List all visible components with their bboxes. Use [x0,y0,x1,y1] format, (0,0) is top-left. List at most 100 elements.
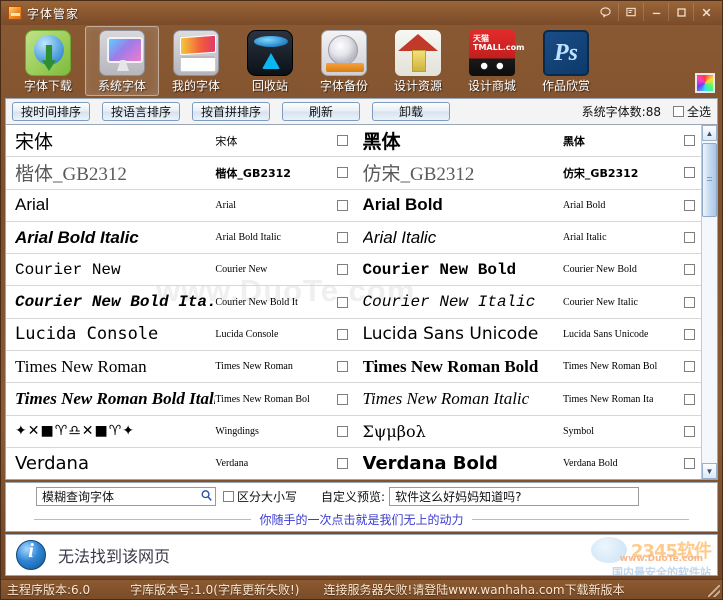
font-checkbox[interactable] [336,361,348,373]
font-checkbox[interactable] [684,361,696,373]
help-balloon-button[interactable] [593,3,618,21]
font-name-cell: Verdana Bold [354,448,563,479]
toolbar-item-font-backup[interactable]: 字体备份 [307,26,381,96]
font-select-cell[interactable] [331,222,354,253]
font-select-cell[interactable] [678,351,701,382]
scroll-down-button[interactable]: ▼ [702,463,717,479]
font-select-cell[interactable] [331,190,354,221]
table-row[interactable]: Arial Arial Arial Bold Arial Bold [6,190,701,222]
search-input[interactable]: 模糊查询字体 [36,486,216,506]
font-select-cell[interactable] [331,351,354,382]
case-sensitive-box[interactable] [223,490,234,502]
scroll-up-button[interactable]: ▲ [702,125,717,141]
font-select-cell[interactable] [678,157,701,188]
app-icon [8,6,22,20]
font-checkbox[interactable] [684,232,696,244]
status-bar: 主程序版本:6.0 字库版本号:1.0(字库更新失败!) 连接服务器失败!请登陆… [1,579,722,599]
font-checkbox[interactable] [336,296,348,308]
font-select-cell[interactable] [331,319,354,350]
minimize-button[interactable] [643,3,668,21]
font-select-cell[interactable] [678,190,701,221]
table-row[interactable]: Lucida Console Lucida Console Lucida Sans … [6,319,701,352]
font-checkbox[interactable] [336,232,348,244]
font-name-cell: Courier New [6,254,215,285]
toolbar-label: 字体备份 [319,79,368,93]
font-checkbox[interactable] [684,458,696,470]
toolbar-item-my-font[interactable]: 我的字体 [159,26,233,96]
refresh-button[interactable]: 刷新 [282,102,361,121]
font-select-cell[interactable] [331,416,354,447]
toolbar-item-design-resource[interactable]: 设计资源 [381,26,455,96]
font-preview-name: Arial [15,195,50,215]
search-icon[interactable] [200,489,213,504]
resize-grip[interactable] [708,585,720,597]
font-checkbox[interactable] [684,264,696,276]
table-row[interactable]: Courier New Courier New Courier New Bold Co… [6,254,701,287]
toolbar-item-recycle-bin[interactable]: 回收站 [233,26,307,96]
select-all-box[interactable] [672,106,684,117]
table-row[interactable]: Times New Roman Times New Roman Times New … [6,351,701,384]
table-row[interactable]: Times New Roman Bold Itali Times New Roma… [6,383,701,416]
font-family-cell: 楷体_GB2312 [215,157,330,188]
font-checkbox[interactable] [336,425,348,437]
promo-text[interactable]: 你随手的一次点击就是我们无上的动力 [251,510,472,528]
color-palette-icon[interactable] [695,73,715,93]
font-select-cell[interactable] [678,448,701,479]
font-select-cell[interactable] [331,254,354,285]
font-select-cell[interactable] [678,286,701,317]
font-checkbox[interactable] [336,135,348,147]
font-checkbox[interactable] [336,458,348,470]
scrollbar-thumb[interactable] [702,143,717,217]
close-button[interactable] [693,3,718,21]
uninstall-button[interactable]: 卸载 [372,102,451,121]
font-select-cell[interactable] [678,319,701,350]
font-checkbox[interactable] [684,167,696,179]
font-name-cell: Courier New Bold Ita. [6,286,215,317]
font-checkbox[interactable] [684,199,696,211]
table-row[interactable]: Arial Bold Italic Arial Bold Italic Arial … [6,222,701,255]
font-checkbox[interactable] [336,167,348,179]
sort-by-language-button[interactable]: 按语言排序 [102,102,181,121]
table-row[interactable]: Verdana Verdana Verdana Bold Verdana Bold [6,448,701,479]
preview-input[interactable]: 软件这么好妈妈知道吗? [389,486,640,506]
font-select-cell[interactable] [678,222,701,253]
font-family-label: Times New Roman Bol [562,361,658,373]
sort-by-time-button[interactable]: 按时间排序 [12,102,91,121]
toolbar-item-design-mall[interactable]: 天猫 TMALL.com 设计商城 [455,26,529,96]
font-checkbox[interactable] [684,328,696,340]
font-preview-name: Lucida Console [15,324,159,345]
font-checkbox[interactable] [336,264,348,276]
font-name-cell: Courier New Italic [354,286,563,317]
font-checkbox[interactable] [336,199,348,211]
font-select-cell[interactable] [331,383,354,414]
case-sensitive-checkbox[interactable]: 区分大小写 [223,488,297,505]
toolbar-item-works-gallery[interactable]: Ps 作品欣赏 [529,26,603,96]
font-checkbox[interactable] [684,425,696,437]
sort-by-pinyin-button[interactable]: 按首拼排序 [192,102,271,121]
select-all-checkbox[interactable]: 全选 [672,103,711,120]
table-row[interactable]: Courier New Bold Ita. Courier New Bold It… [6,286,701,319]
font-select-cell[interactable] [678,416,701,447]
font-select-cell[interactable] [331,286,354,317]
font-select-cell[interactable] [678,383,701,414]
font-checkbox[interactable] [684,135,696,147]
table-row[interactable]: 宋体 宋体 黑体 黑体 [6,125,701,158]
scrollbar-track[interactable] [702,141,717,463]
font-list-scrollbar[interactable]: ▲ ▼ [701,125,717,479]
maximize-button[interactable] [668,3,693,21]
font-checkbox[interactable] [684,296,696,308]
toolbar-item-font-download[interactable]: 字体下载 [11,26,85,96]
sort-toolbar: 按时间排序 按语言排序 按首拼排序 刷新 卸载 系统字体数:88 全选 [5,98,718,124]
table-row[interactable]: 楷体_GB2312 楷体_GB2312 仿宋_GB2312 仿宋_GB2312 [6,157,701,190]
feedback-button[interactable] [618,3,643,21]
font-checkbox[interactable] [684,393,696,405]
table-row[interactable]: ✦✕■♈♎✕■♈✦ Wingdings Σψμβολ Symbol [6,416,701,448]
font-select-cell[interactable] [331,448,354,479]
font-select-cell[interactable] [331,125,354,156]
toolbar-item-system-font[interactable]: 系统字体 [85,26,159,96]
font-checkbox[interactable] [336,393,348,405]
font-checkbox[interactable] [336,328,348,340]
font-select-cell[interactable] [678,254,701,285]
font-select-cell[interactable] [678,125,701,156]
font-select-cell[interactable] [331,157,354,188]
